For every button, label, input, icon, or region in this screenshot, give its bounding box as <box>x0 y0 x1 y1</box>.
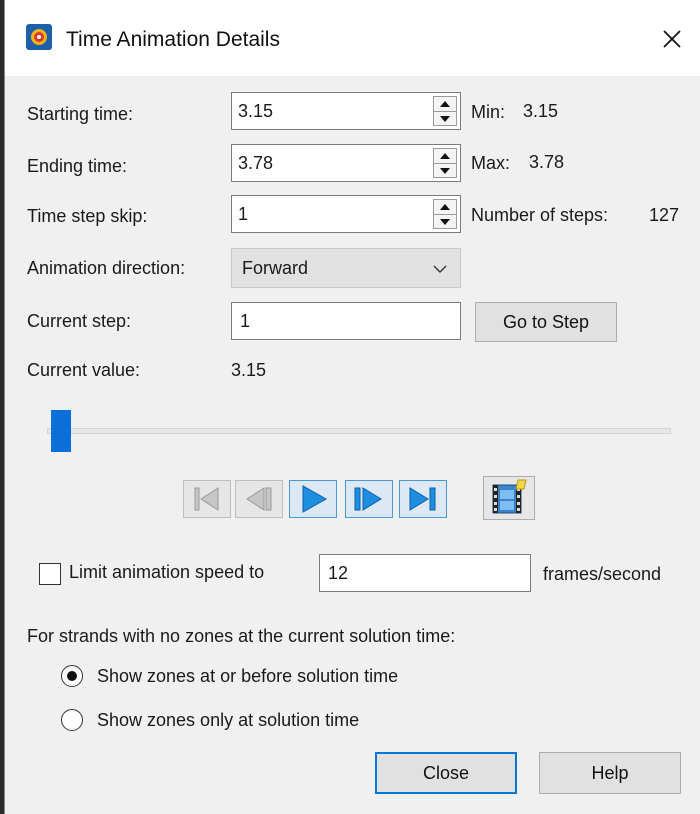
starting-time-spinner[interactable]: 3.15 <box>231 92 461 130</box>
fps-unit-label: frames/second <box>543 564 662 584</box>
max-value: 3.78 <box>529 152 565 172</box>
ending-time-label: Ending time: <box>27 156 128 176</box>
step-forward-button[interactable] <box>345 480 393 518</box>
film-export-icon <box>492 479 527 514</box>
current-step-input[interactable]: 1 <box>231 302 461 340</box>
skip-to-start-icon <box>194 487 219 511</box>
ending-time-value[interactable]: 3.78 <box>238 153 273 174</box>
time-step-skip-spin-buttons[interactable] <box>433 199 457 229</box>
time-animation-dialog: Time Animation Details Starting time: 3.… <box>4 0 700 814</box>
limit-speed-checkbox[interactable] <box>39 563 61 585</box>
spin-down-icon[interactable] <box>434 111 456 126</box>
time-slider-track[interactable] <box>47 428 671 434</box>
min-label: Min: <box>471 102 506 122</box>
spin-down-icon[interactable] <box>434 214 456 229</box>
option-zones-before-label[interactable]: Show zones at or before solution time <box>97 666 398 687</box>
close-icon[interactable] <box>657 24 687 54</box>
ending-time-spin-buttons[interactable] <box>433 148 457 178</box>
max-label: Max: <box>471 153 511 173</box>
spin-up-icon[interactable] <box>434 200 456 214</box>
export-movie-button[interactable] <box>483 476 535 520</box>
title-bar: Time Animation Details <box>5 0 700 76</box>
go-to-end-button[interactable] <box>399 480 447 518</box>
animation-direction-label: Animation direction: <box>27 258 186 278</box>
animation-direction-value[interactable]: Forward <box>242 258 308 279</box>
time-slider-thumb[interactable] <box>51 410 71 452</box>
strands-heading: For strands with no zones at the current… <box>27 626 456 646</box>
radio-zones-before[interactable] <box>61 665 83 687</box>
radio-zones-only[interactable] <box>61 709 83 731</box>
option-zones-only-label[interactable]: Show zones only at solution time <box>97 710 359 731</box>
play-icon <box>302 485 328 513</box>
limit-speed-label[interactable]: Limit animation speed to <box>69 562 264 583</box>
current-value-label: Current value: <box>27 360 141 380</box>
step-back-icon <box>246 487 272 511</box>
fps-value[interactable]: 12 <box>328 563 348 584</box>
animation-direction-select[interactable]: Forward <box>231 248 461 288</box>
step-back-button[interactable] <box>235 480 283 518</box>
step-forward-icon <box>354 487 382 511</box>
min-value: 3.15 <box>523 101 559 121</box>
time-step-skip-spinner[interactable]: 1 <box>231 195 461 233</box>
chevron-down-icon[interactable] <box>432 261 448 277</box>
radio-selected-dot <box>67 671 77 681</box>
spin-up-icon[interactable] <box>434 149 456 163</box>
starting-time-value[interactable]: 3.15 <box>238 101 273 122</box>
starting-time-label: Starting time: <box>27 104 134 124</box>
app-icon <box>26 24 52 50</box>
current-step-label: Current step: <box>27 311 132 331</box>
current-value-value: 3.15 <box>231 360 267 380</box>
fps-input[interactable]: 12 <box>319 554 531 592</box>
time-step-skip-value[interactable]: 1 <box>238 204 248 225</box>
spin-up-icon[interactable] <box>434 97 456 111</box>
play-button[interactable] <box>289 480 337 518</box>
current-step-value[interactable]: 1 <box>240 311 250 332</box>
number-of-steps-label: Number of steps: <box>471 205 609 225</box>
go-to-step-button[interactable]: Go to Step <box>475 302 617 342</box>
skip-to-end-icon <box>409 487 436 511</box>
window-title: Time Animation Details <box>66 28 280 51</box>
help-button[interactable]: Help <box>539 752 681 794</box>
go-to-start-button[interactable] <box>183 480 231 518</box>
close-button[interactable]: Close <box>375 752 517 794</box>
spin-down-icon[interactable] <box>434 163 456 178</box>
time-step-skip-label: Time step skip: <box>27 206 148 226</box>
ending-time-spinner[interactable]: 3.78 <box>231 144 461 182</box>
starting-time-spin-buttons[interactable] <box>433 96 457 126</box>
number-of-steps-value: 127 <box>649 205 680 225</box>
